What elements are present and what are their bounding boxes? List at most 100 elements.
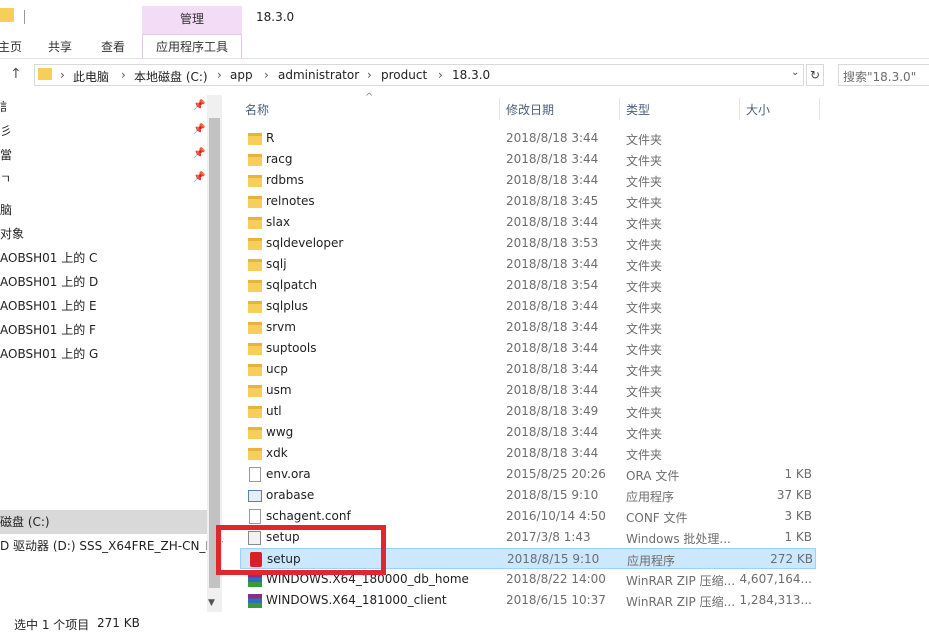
nav-item-share-d[interactable]: AOBSH01 上的 D [0,270,98,294]
file-row[interactable]: schagent.conf 2016/10/14 4:50 CONF 文件 3 KB [240,506,816,527]
column-divider[interactable] [619,98,620,120]
column-header-size[interactable]: 大小 [746,101,770,118]
file-modified-date: 2018/8/18 3:44 [506,299,599,313]
file-name: srvm [266,320,296,334]
file-row[interactable]: orabase 2018/8/15 9:10 应用程序 37 KB [240,485,816,506]
chevron-right-icon[interactable]: › [264,68,269,82]
file-modified-date: 2018/8/18 3:44 [506,131,599,145]
chevron-down-icon[interactable]: ▼ [208,598,215,608]
pin-icon[interactable]: 📌 [193,100,205,111]
folder-icon [248,322,262,334]
file-size: 3 KB [784,509,812,523]
file-row[interactable]: sqlj 2018/8/18 3:44 文件夹 [240,254,816,275]
folder-icon [248,448,262,460]
file-row[interactable]: rdbms 2018/8/18 3:44 文件夹 [240,170,816,191]
file-name: wwg [266,425,294,439]
context-tab-title[interactable]: 管理 [142,10,242,27]
file-type: 文件夹 [626,427,663,441]
nav-item-share-e[interactable]: AOBSH01 上的 E [0,294,97,318]
file-modified-date: 2018/8/15 9:10 [507,552,600,566]
file-row[interactable]: usm 2018/8/18 3:44 文件夹 [240,380,816,401]
file-row[interactable]: srvm 2018/8/18 3:44 文件夹 [240,317,816,338]
column-header-date[interactable]: 修改日期 [506,101,554,118]
chevron-right-icon[interactable]: › [217,68,222,82]
column-divider[interactable] [739,98,740,120]
file-type: 文件夹 [626,154,663,168]
title-divider [24,10,25,24]
refresh-icon[interactable]: ↻ [806,64,824,86]
file-row[interactable]: sqlplus 2018/8/18 3:44 文件夹 [240,296,816,317]
file-row[interactable]: racg 2018/8/18 3:44 文件夹 [240,149,816,170]
file-icon [249,509,261,524]
column-divider[interactable] [499,98,500,120]
tab-view[interactable]: 查看 [101,38,125,55]
file-row[interactable]: ucp 2018/8/18 3:44 文件夹 [240,359,816,380]
search-placeholder: 搜索"18.3.0" [843,70,917,84]
file-row[interactable]: WINDOWS.X64_181000_client 2018/6/15 10:37… [240,590,816,611]
file-row[interactable]: R 2018/8/18 3:44 文件夹 [240,128,816,149]
breadcrumb-administrator[interactable]: administrator [278,68,359,82]
nav-item-quick-1[interactable]: 訁 [0,95,12,119]
file-row[interactable]: env.ora 2015/8/25 20:26 ORA 文件 1 KB [240,464,816,485]
nav-scrollbar-thumb[interactable] [209,118,220,588]
nav-item-this-pc[interactable]: 脑 [0,198,12,222]
file-modified-date: 2018/8/18 3:44 [506,173,599,187]
breadcrumb-app[interactable]: app [230,68,253,82]
file-name: racg [266,152,293,166]
winrar-icon [248,573,262,587]
pin-icon[interactable]: 📌 [193,172,205,183]
file-row[interactable]: wwg 2018/8/18 3:44 文件夹 [240,422,816,443]
nav-item-3d-objects[interactable]: 对象 [0,222,24,246]
file-modified-date: 2018/8/18 3:44 [506,152,599,166]
file-row[interactable]: sqldeveloper 2018/8/18 3:53 文件夹 [240,233,816,254]
column-header-type[interactable]: 类型 [626,101,650,118]
file-name: ucp [266,362,288,376]
nav-item-share-f[interactable]: AOBSH01 上的 F [0,318,96,342]
chevron-down-icon[interactable]: ⌄ [791,67,799,78]
tab-home[interactable]: 主页 [0,38,22,55]
nav-item-share-c[interactable]: AOBSH01 上的 C [0,246,97,270]
file-type: 文件夹 [626,385,663,399]
file-row[interactable]: slax 2018/8/18 3:44 文件夹 [240,212,816,233]
nav-item-dvd-drive-d[interactable]: D 驱动器 (D:) SSS_X64FRE_ZH-CN_DV [0,534,223,558]
pin-icon[interactable]: 📌 [193,148,205,159]
nav-item-quick-3[interactable]: 當 [0,143,12,167]
file-row[interactable]: suptools 2018/8/18 3:44 文件夹 [240,338,816,359]
file-row[interactable]: sqlpatch 2018/8/18 3:54 文件夹 [240,275,816,296]
file-type: 文件夹 [626,217,663,231]
file-row[interactable]: xdk 2018/8/18 3:44 文件夹 [240,443,816,464]
nav-item-local-disk-c[interactable]: 磁盘 (C:) [0,510,50,534]
column-divider[interactable] [819,98,820,120]
file-size: 4,607,164... [739,572,812,586]
file-name: rdbms [266,173,304,187]
folder-icon [248,343,262,355]
status-selected-size: 271 KB [97,616,140,630]
file-list-scrollbar[interactable] [917,95,929,610]
file-name: relnotes [266,194,315,208]
file-row[interactable]: utl 2018/8/18 3:49 文件夹 [240,401,816,422]
breadcrumb-c-drive[interactable]: 本地磁盘 (C:) [134,68,208,85]
file-modified-date: 2018/8/18 3:44 [506,425,599,439]
up-arrow-icon[interactable]: ↑ [10,66,22,82]
chevron-right-icon[interactable]: › [60,68,65,82]
tab-share[interactable]: 共享 [48,38,72,55]
chevron-right-icon[interactable]: › [367,68,372,82]
file-name: suptools [266,341,317,355]
nav-item-share-g[interactable]: AOBSH01 上的 G [0,342,98,366]
file-size: 1 KB [784,467,812,481]
tab-application-tools[interactable]: 应用程序工具 [156,38,228,55]
file-size: 1,284,313... [739,593,812,607]
nav-item-quick-4[interactable]: ㄱ [0,167,11,191]
chevron-right-icon[interactable]: › [121,68,126,82]
file-row[interactable]: relnotes 2018/8/18 3:45 文件夹 [240,191,816,212]
file-modified-date: 2018/6/15 10:37 [506,593,606,607]
file-modified-date: 2018/8/18 3:44 [506,446,599,460]
breadcrumb-current[interactable]: 18.3.0 [452,68,490,82]
breadcrumb-this-pc[interactable]: 此电脑 [73,68,109,85]
nav-item-quick-2[interactable]: 彡 [0,119,12,143]
chevron-right-icon[interactable]: › [438,68,443,82]
pin-icon[interactable]: 📌 [193,124,205,135]
breadcrumb-product[interactable]: product [381,68,427,82]
folder-icon [248,364,262,376]
column-header-name[interactable]: 名称 [245,101,269,118]
